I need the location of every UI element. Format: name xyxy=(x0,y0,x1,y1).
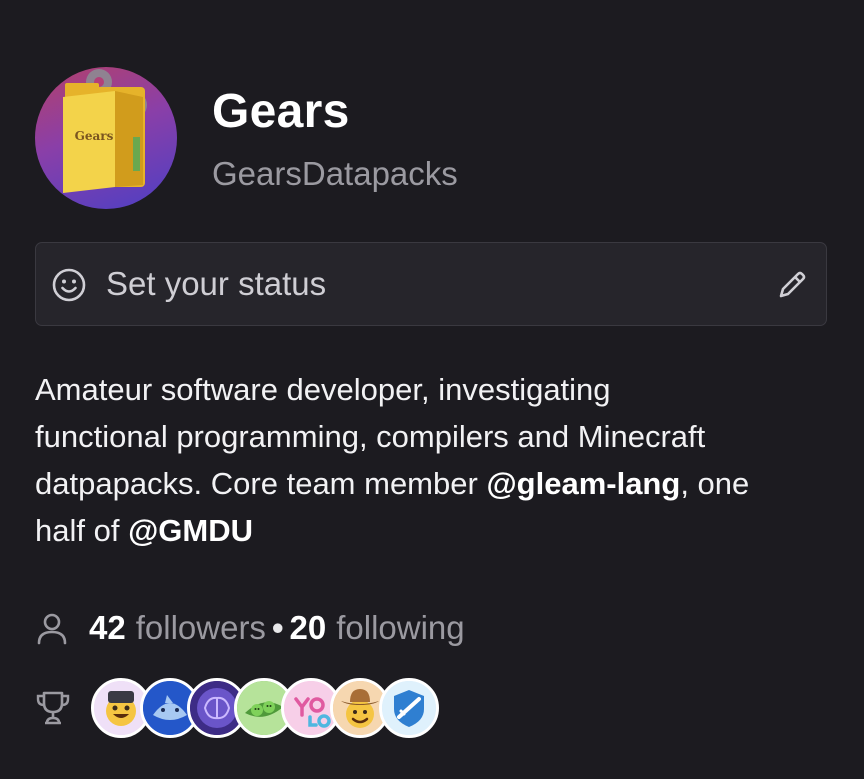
status-placeholder: Set your status xyxy=(106,265,327,302)
bio-text: half of xyxy=(35,513,129,548)
bio-text: datpapacks. Core team member xyxy=(35,466,487,501)
profile-card: Gears Gears GearsDatapacks Set your stat… xyxy=(0,0,864,779)
person-icon xyxy=(37,613,67,645)
mention-gleam-lang[interactable]: @gleam-lang xyxy=(486,466,680,501)
arctic-code-vault-badge[interactable] xyxy=(379,678,439,738)
avatar[interactable]: Gears xyxy=(35,67,177,209)
followers-label: followers xyxy=(135,609,266,646)
trophy-icon xyxy=(36,691,70,725)
username: GearsDatapacks xyxy=(212,155,458,192)
following-link[interactable]: 20 following xyxy=(290,609,465,647)
display-name: Gears xyxy=(212,85,350,138)
follow-stats: 42 followers • 20 following xyxy=(35,606,465,650)
mention-gmdu[interactable]: @GMDU xyxy=(128,513,253,548)
bio-text: , one xyxy=(680,466,750,501)
bio-line: datpapacks. Core team member @gleam-lang… xyxy=(35,460,835,507)
separator-dot: • xyxy=(271,609,284,646)
followers-link[interactable]: 42 followers xyxy=(89,609,266,647)
followers-count: 42 xyxy=(89,609,126,646)
bio: Amateur software developer, investigatin… xyxy=(35,366,835,554)
bio-line: functional programming, compilers and Mi… xyxy=(35,419,706,454)
arctic-vault-icon xyxy=(382,681,436,735)
avatar-logo-text: Gears xyxy=(74,129,114,143)
pencil-icon[interactable] xyxy=(776,269,808,301)
achievements-row xyxy=(35,676,495,742)
smiley-icon xyxy=(52,268,86,302)
bio-line: half of @GMDU xyxy=(35,507,835,554)
set-status-button[interactable]: Set your status xyxy=(35,242,827,326)
following-count: 20 xyxy=(289,609,327,646)
bio-line: Amateur software developer, investigatin… xyxy=(35,372,611,407)
following-label: following xyxy=(336,609,465,646)
